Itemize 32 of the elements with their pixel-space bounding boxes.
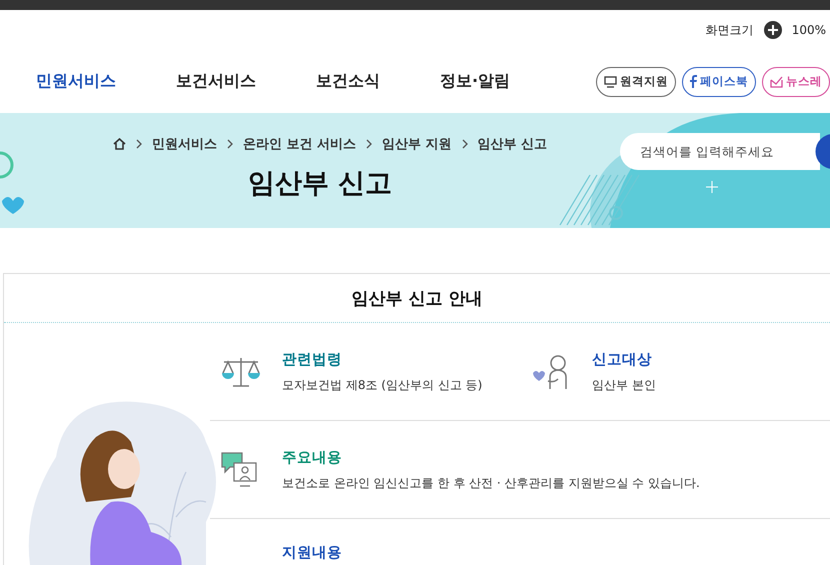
screen-size-label: 화면크기 <box>706 22 754 38</box>
breadcrumb-link[interactable]: 임산부 지원 <box>382 135 452 153</box>
home-icon[interactable] <box>112 138 126 150</box>
breadcrumb-link[interactable]: 임산부 신고 <box>478 135 548 153</box>
social-link[interactable]: 뉴스레 <box>762 66 830 96</box>
item-description: 모자보건법 제8조 (임산부의 신고 등) <box>282 376 482 394</box>
nav-menu-item[interactable]: 보건서비스 <box>176 71 256 92</box>
search-button[interactable] <box>815 134 830 169</box>
nav-menu-item[interactable]: 민원서비스 <box>36 71 116 92</box>
item-description: 임산부 본인 <box>592 376 656 394</box>
item-heading: 주요내용 <box>282 448 343 466</box>
section-title: 임산부 신고 안내 <box>4 274 830 323</box>
zoom-in-icon[interactable] <box>764 21 782 39</box>
item-heading: 관련법령 <box>282 350 343 368</box>
chevron-icon <box>366 139 372 149</box>
breadcrumb-link[interactable]: 민원서비스 <box>152 135 217 153</box>
nav-menu-item[interactable]: 정보·알림 <box>440 71 510 92</box>
social-link[interactable]: 페이스북 <box>682 66 756 96</box>
search-field[interactable]: 검색어를 입력해주세요 <box>620 133 820 170</box>
item-heading: 지원내용 <box>282 544 342 562</box>
item-heading: 신고대상 <box>592 350 653 368</box>
chevron-icon <box>226 139 233 149</box>
item-description: 보건소로 온라인 임신신고를 한 후 산전 · 산후관리를 지원받으실 수 있습니다. <box>282 474 700 492</box>
page-title: 임산부 신고 <box>248 167 392 201</box>
breadcrumb-link[interactable]: 온라인 보건 서비스 <box>242 135 356 153</box>
social-link[interactable]: 원격지원 <box>596 66 676 96</box>
facebook-icon <box>690 75 697 88</box>
nav-menu-item[interactable]: 보건소식 <box>316 71 380 92</box>
chevron-icon <box>462 139 468 149</box>
monitor-icon <box>604 76 617 88</box>
zoom-level: 100% <box>792 23 826 37</box>
chevron-icon <box>136 139 142 149</box>
